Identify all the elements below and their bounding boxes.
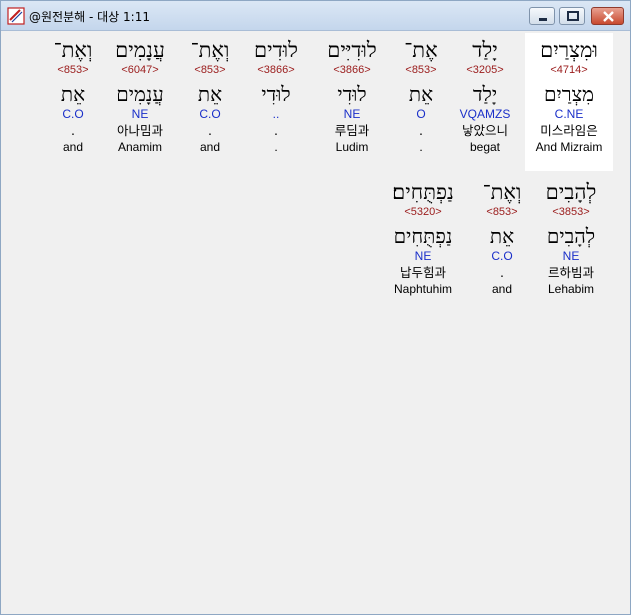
word-cell-naphtuhim[interactable]: נַפְתֻּחִים׃ <5320> נַפְתֻּחִים NE 납두힘과 … bbox=[379, 179, 467, 296]
strong-number: <6047> bbox=[121, 64, 159, 76]
english-gloss: Naphtuhim bbox=[393, 282, 453, 296]
parsing-code: NE bbox=[131, 107, 149, 121]
hebrew-word: נַפְתֻּחִים׃ bbox=[392, 180, 454, 204]
korean-gloss: 루딤과 bbox=[334, 123, 370, 138]
strong-number: <5320> bbox=[404, 206, 442, 218]
word-cell-ve-et-2[interactable]: וְאֶת־ <853> אֵת C.O . and bbox=[38, 37, 108, 154]
strong-number: <3866> bbox=[333, 64, 371, 76]
app-window: @원전분해 - 대상 1:11 וּמִצְרַיִם <4714> מִצְר… bbox=[0, 0, 631, 615]
strong-number: <853> bbox=[194, 64, 226, 76]
parsing-code: C.NE bbox=[554, 107, 584, 121]
hebrew-word: וְאֶת־ bbox=[53, 38, 93, 62]
korean-gloss: 미스라임은 bbox=[540, 123, 598, 138]
hebrew-word: וּמִצְרַיִם bbox=[540, 38, 598, 62]
english-gloss: begat bbox=[469, 140, 501, 154]
parsing-code: NE bbox=[343, 107, 361, 121]
word-cell-mizraim[interactable]: וּמִצְרַיִם <4714> מִצְרַיִם C.NE 미스라임은 … bbox=[534, 37, 604, 154]
strong-number: <853> bbox=[486, 206, 518, 218]
minimize-button[interactable] bbox=[529, 7, 555, 25]
hebrew-word: וְאֶת־ bbox=[190, 38, 230, 62]
parsing-code: NE bbox=[414, 249, 432, 263]
parsing-code: NE bbox=[562, 249, 580, 263]
english-gloss: Anamim bbox=[117, 140, 162, 154]
close-icon bbox=[603, 11, 614, 22]
hebrew-lemma: אֵת bbox=[197, 82, 223, 106]
korean-gloss: . bbox=[500, 265, 504, 280]
hebrew-lemma: לוּדִי bbox=[261, 82, 291, 106]
word-cell-ludim[interactable]: לוּדִיִּים <3866> לוּדִי NE 루딤과 Ludim bbox=[307, 37, 397, 154]
parsing-code: C.O bbox=[62, 107, 84, 121]
korean-gloss: 납두힘과 bbox=[399, 265, 446, 280]
hebrew-word: יָלַד bbox=[472, 38, 498, 62]
title-bar[interactable]: @원전분해 - 대상 1:11 bbox=[1, 1, 630, 31]
strong-number: <3205> bbox=[466, 64, 504, 76]
close-button[interactable] bbox=[591, 7, 624, 25]
korean-gloss: 낳았으니 bbox=[461, 123, 508, 138]
korean-gloss: . bbox=[274, 123, 278, 138]
hebrew-word: עֲנָמִים bbox=[115, 38, 165, 62]
maximize-button[interactable] bbox=[559, 7, 585, 25]
hebrew-lemma: יָלַד bbox=[472, 82, 498, 106]
english-gloss: And Mizraim bbox=[535, 140, 603, 154]
hebrew-lemma: עֲנָמִים bbox=[116, 82, 164, 106]
hebrew-lemma: לוּדִי bbox=[337, 82, 367, 106]
word-cell-begat[interactable]: יָלַד <3205> יָלַד VQAMZS 낳았으니 begat bbox=[450, 37, 520, 154]
parsing-code: C.O bbox=[199, 107, 221, 121]
english-gloss: and bbox=[491, 282, 513, 296]
hebrew-lemma: אֵת bbox=[489, 224, 515, 248]
english-gloss: Ludim bbox=[335, 140, 369, 154]
window-title: @원전분해 - 대상 1:11 bbox=[29, 10, 150, 24]
english-gloss: and bbox=[199, 140, 221, 154]
korean-gloss: . bbox=[71, 123, 75, 138]
english-gloss: and bbox=[62, 140, 84, 154]
hebrew-word: לְהָבִים bbox=[545, 180, 597, 204]
hebrew-word: לוּדִים bbox=[254, 38, 298, 62]
korean-gloss: 아나밈과 bbox=[116, 123, 163, 138]
strong-number: <3866> bbox=[257, 64, 295, 76]
hebrew-lemma: מִצְרַיִם bbox=[544, 82, 594, 106]
word-cell-ludim-alt[interactable]: לוּדִים <3866> לוּדִי .. . . bbox=[241, 37, 311, 154]
maximize-icon bbox=[567, 11, 579, 21]
hebrew-word: לוּדִיִּים bbox=[327, 38, 377, 62]
minimize-icon bbox=[539, 18, 547, 21]
interlinear-view: וּמִצְרַיִם <4714> מִצְרַיִם C.NE 미스라임은 … bbox=[7, 33, 626, 608]
korean-gloss: 르하빔과 bbox=[547, 265, 594, 280]
english-gloss: . bbox=[274, 140, 278, 154]
english-gloss: Lehabim bbox=[547, 282, 595, 296]
strong-number: <4714> bbox=[550, 64, 588, 76]
strong-number: <853> bbox=[57, 64, 89, 76]
word-cell-ve-et-3[interactable]: וְאֶת־ <853> אֵת C.O . and bbox=[467, 179, 537, 296]
hebrew-lemma: לְהָבִים bbox=[546, 224, 596, 248]
word-cell-anamim[interactable]: עֲנָמִים <6047> עֲנָמִים NE 아나밈과 Anamim bbox=[105, 37, 175, 154]
hebrew-lemma: נַפְתֻּחִים bbox=[393, 224, 453, 248]
parsing-code: C.O bbox=[491, 249, 513, 263]
word-cell-ve-et[interactable]: וְאֶת־ <853> אֵת C.O . and bbox=[175, 37, 245, 154]
hebrew-lemma: אֵת bbox=[60, 82, 86, 106]
app-logo-icon bbox=[7, 7, 25, 25]
strong-number: <3853> bbox=[552, 206, 590, 218]
parsing-code: VQAMZS bbox=[459, 107, 511, 121]
word-cell-lehabim[interactable]: לְהָבִים <3853> לְהָבִים NE 르하빔과 Lehabim bbox=[536, 179, 606, 296]
parsing-code: .. bbox=[272, 107, 280, 121]
korean-gloss: . bbox=[208, 123, 212, 138]
hebrew-word: וְאֶת־ bbox=[482, 180, 522, 204]
